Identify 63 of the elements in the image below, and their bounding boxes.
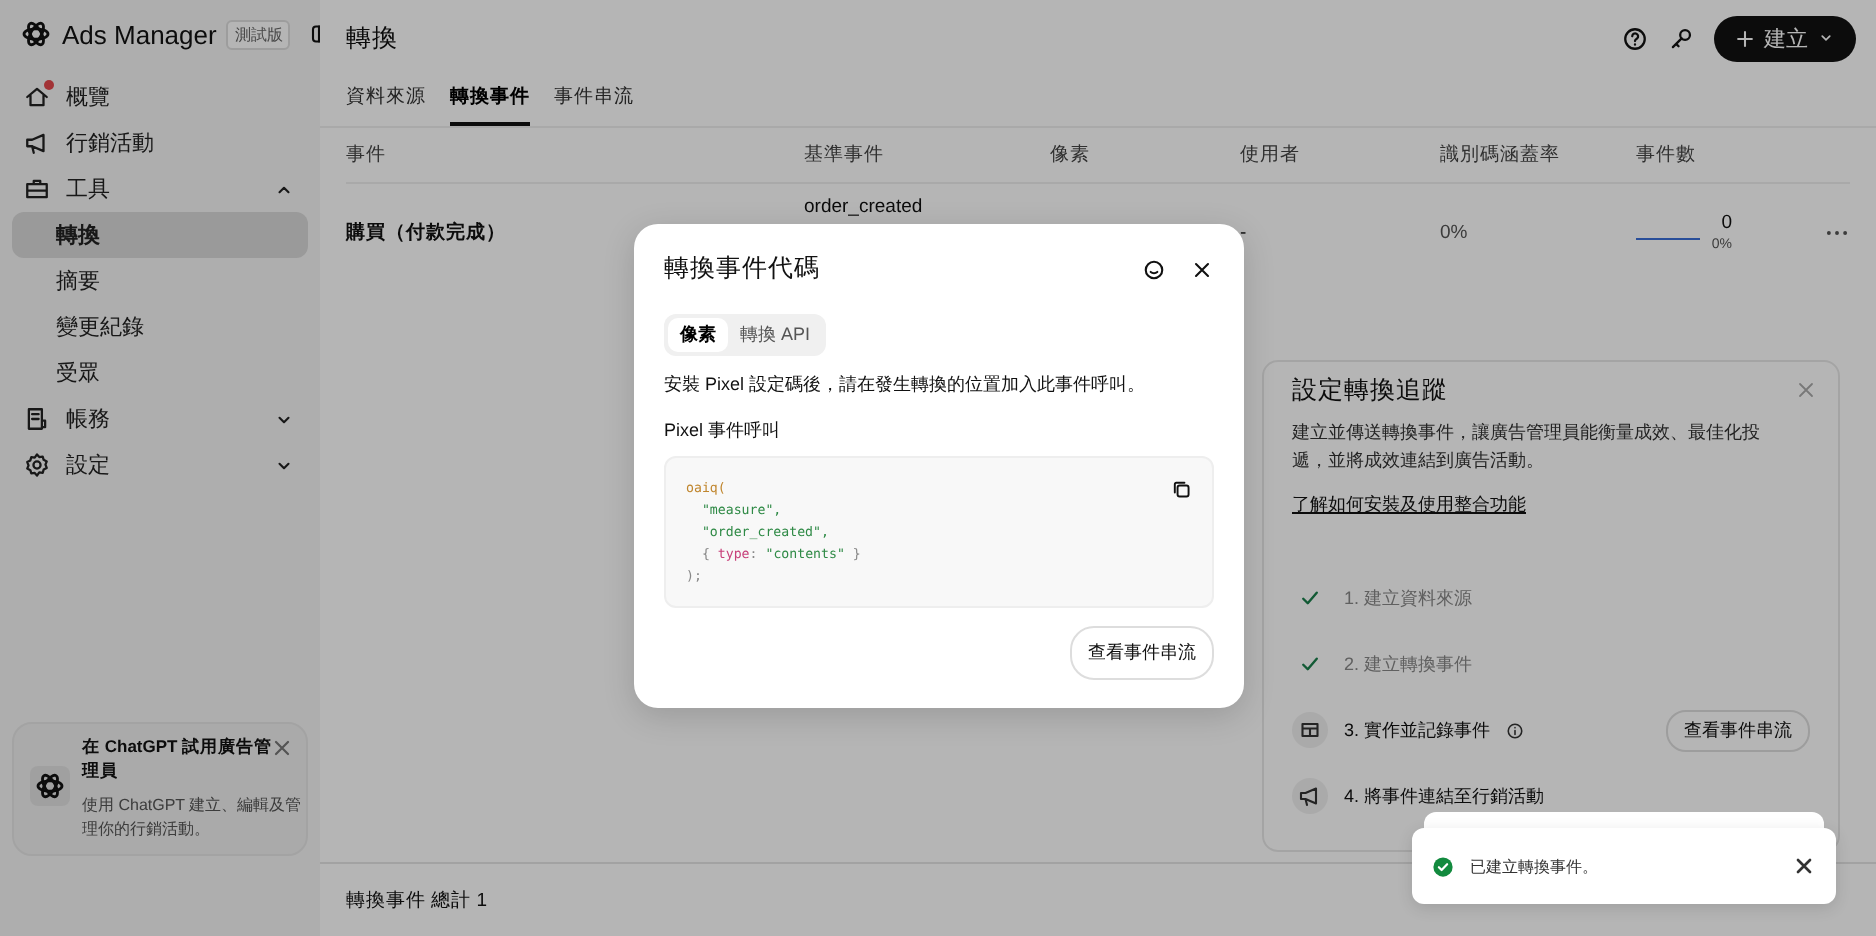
sidebar-subitem[interactable]: 摘要 xyxy=(12,258,308,304)
code-label: Pixel 事件呼叫 xyxy=(664,418,783,444)
column-header: 使用者 xyxy=(1240,128,1440,184)
step-label: 4. 將事件連結至行銷活動 xyxy=(1344,783,1545,810)
event-count: 0 xyxy=(1721,212,1732,234)
sidebar-subitem[interactable]: 變更紀錄 xyxy=(12,304,308,350)
megaphone-icon xyxy=(1298,784,1322,809)
info-icon[interactable] xyxy=(1506,721,1525,740)
help-link[interactable]: 了解如何安裝及使用整合功能 xyxy=(1292,491,1526,518)
column-header: 事件數 xyxy=(1636,128,1816,184)
close-icon[interactable] xyxy=(1792,854,1816,878)
table-icon xyxy=(1298,718,1322,743)
modal-description: 安裝 Pixel 設定碼後，請在發生轉換的位置加入此事件呼叫。 xyxy=(664,372,1148,398)
plus-icon xyxy=(1734,27,1756,49)
column-header: 基準事件 xyxy=(804,128,1050,184)
copy-icon[interactable] xyxy=(1170,478,1192,500)
toolbox-icon xyxy=(24,176,50,202)
column-header: 識別碼涵蓋率 xyxy=(1440,128,1636,184)
view-stream-button[interactable]: 查看事件串流 xyxy=(1666,709,1810,752)
tab[interactable]: 事件串流 xyxy=(554,80,634,126)
settings-icon xyxy=(24,452,50,478)
table-cell: - xyxy=(1240,221,1247,243)
promo-title: 在 ChatGPT 試用廣告管理員 xyxy=(82,736,275,784)
tab[interactable]: 轉換事件 xyxy=(450,80,530,126)
page-title: 轉換 xyxy=(346,21,400,55)
step-label: 3. 實作並記錄事件 xyxy=(1344,717,1491,744)
create-button[interactable]: 建立 xyxy=(1714,15,1856,61)
segment-tab[interactable]: 轉換 API xyxy=(728,318,823,352)
sidebar-item[interactable]: 行銷活動 xyxy=(12,120,308,166)
card-title: 設定轉換追蹤 xyxy=(1292,374,1450,408)
table-footer: 轉換事件 總計 1 xyxy=(346,887,488,913)
sidebar-item[interactable]: 帳務 xyxy=(12,396,308,442)
modal-title: 轉換事件代碼 xyxy=(664,252,822,286)
step-label: 2. 建立轉換事件 xyxy=(1344,651,1473,678)
table-cell: 購買（付款完成） xyxy=(346,219,506,245)
tab[interactable]: 資料來源 xyxy=(346,80,426,126)
column-header: 事件 xyxy=(346,128,804,184)
sidebar-item[interactable]: 工具 xyxy=(12,166,308,212)
sidebar-subitem[interactable]: 轉換 xyxy=(12,212,308,258)
beta-badge: 測試版 xyxy=(226,19,291,49)
promo-text: 使用 ChatGPT 建立、編輯及管理你的行銷活動。 xyxy=(82,794,304,842)
success-icon xyxy=(1432,855,1454,877)
table-cell: 0% xyxy=(1440,221,1468,243)
logo-icon xyxy=(20,18,52,50)
sidebar-item[interactable]: 設定 xyxy=(12,442,308,488)
column-header: 像素 xyxy=(1050,128,1240,184)
sidebar-item[interactable]: 概覽 xyxy=(12,74,308,120)
sidebar-subitem[interactable]: 受眾 xyxy=(12,350,308,396)
table-cell: order_created xyxy=(804,196,923,218)
document-icon xyxy=(24,406,50,432)
view-stream-button[interactable]: 查看事件串流 xyxy=(1070,626,1214,680)
home-icon xyxy=(24,84,50,110)
key-icon[interactable] xyxy=(1668,25,1694,51)
toast-message: 已建立轉換事件。 xyxy=(1470,855,1598,877)
step-label: 1. 建立資料來源 xyxy=(1344,585,1473,612)
logo-icon xyxy=(34,770,66,802)
segment-tab[interactable]: 像素 xyxy=(668,318,728,352)
app-name: Ads Manager xyxy=(62,19,217,49)
feedback-icon[interactable] xyxy=(1142,257,1166,281)
megaphone-icon xyxy=(24,130,50,156)
help-icon[interactable] xyxy=(1622,25,1648,51)
card-text: 建立並傳送轉換事件，讓廣告管理員能衡量成效、最佳化投遞，並將成效連結到廣告活動。 xyxy=(1292,420,1762,474)
close-icon[interactable] xyxy=(1190,257,1214,281)
